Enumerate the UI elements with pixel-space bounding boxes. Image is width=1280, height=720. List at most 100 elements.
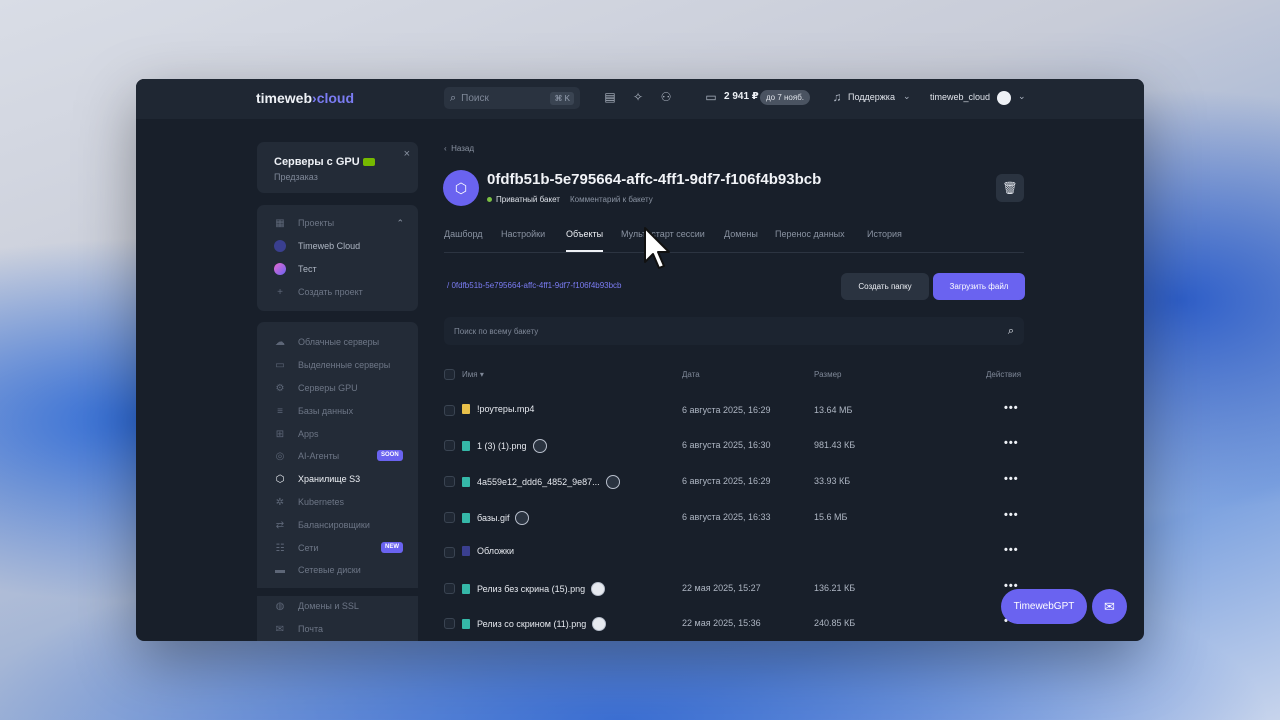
- cloud-icon: ☁: [275, 336, 285, 348]
- row-checkbox[interactable]: [444, 547, 455, 558]
- bulb-icon[interactable]: ✧: [631, 90, 645, 104]
- gpu-icon: ⚙: [275, 382, 285, 394]
- more-actions-button[interactable]: •••: [1004, 544, 1019, 556]
- preview-thumbnail[interactable]: [591, 582, 606, 596]
- row-checkbox[interactable]: [444, 476, 455, 487]
- mouse-cursor-icon: [644, 227, 670, 269]
- chat-button[interactable]: ✉: [1092, 589, 1127, 624]
- search-icon: ⌕: [1007, 324, 1014, 337]
- table-row[interactable]: 4a559e12_ddd6_4852_9e87... 6 августа 202…: [444, 472, 1024, 492]
- column-size: Размер: [814, 370, 842, 379]
- create-folder-button[interactable]: Создать папку: [841, 273, 929, 300]
- table-row[interactable]: Релиз без скрина (15).png 22 мая 2025, 1…: [444, 579, 1024, 599]
- back-link[interactable]: ‹ Назад: [444, 144, 474, 153]
- breadcrumb[interactable]: / 0fdfb51b-5e795664-affc-4ff1-9df7-f106f…: [447, 281, 622, 290]
- project-avatar: [274, 240, 286, 252]
- top-bar: timeweb›cloud ⌕ Поиск ⌘ K ▤ ✧ ⚇ ▭ 2 941 …: [136, 79, 1144, 119]
- table-row[interactable]: Релиз со скрином (11).png 22 мая 2025, 1…: [444, 614, 1024, 634]
- sidebar-item-gpu[interactable]: ⚙ Серверы GPU: [274, 381, 358, 395]
- user-avatar-icon[interactable]: [997, 91, 1011, 105]
- project-item-test[interactable]: Тест: [274, 262, 317, 276]
- sidebar-item-apps[interactable]: ⊞ Apps: [274, 427, 319, 441]
- balance[interactable]: 2 941 ₽: [724, 91, 759, 102]
- docs-icon[interactable]: ▤: [603, 90, 617, 104]
- more-actions-button[interactable]: •••: [1004, 509, 1019, 521]
- app-window: timeweb›cloud ⌕ Поиск ⌘ K ▤ ✧ ⚇ ▭ 2 941 …: [136, 79, 1144, 641]
- column-name[interactable]: Имя ▾: [462, 370, 484, 379]
- bucket-search-input[interactable]: Поиск по всему бакету ⌕: [444, 317, 1024, 345]
- grid-icon: ▦: [275, 217, 285, 229]
- table-row[interactable]: 1 (3) (1).png 6 августа 2025, 16:30 981.…: [444, 436, 1024, 456]
- gpu-promo-card[interactable]: Серверы с GPU Предзаказ ×: [257, 142, 418, 193]
- tab-dashboard[interactable]: Дашборд: [444, 229, 483, 252]
- server-icon: ▭: [275, 359, 285, 371]
- more-actions-button[interactable]: •••: [1004, 402, 1019, 414]
- timeweb-gpt-button[interactable]: TimewebGPT: [1001, 589, 1087, 624]
- sidebar-item-network-disks[interactable]: ▬ Сетевые диски: [274, 563, 361, 577]
- search-icon: ⌕: [450, 91, 457, 104]
- mail-icon: ✉: [275, 623, 285, 635]
- tab-history[interactable]: История: [867, 229, 902, 252]
- more-actions-button[interactable]: •••: [1004, 473, 1019, 485]
- ai-icon: ◎: [275, 450, 285, 462]
- upload-file-button[interactable]: Загрузить файл: [933, 273, 1025, 300]
- projects-card: ▦ Проекты ⌃ Timeweb Cloud Тест + Создать…: [257, 205, 418, 311]
- add-user-icon[interactable]: ⚇: [659, 90, 673, 104]
- table-row[interactable]: базы.gif 6 августа 2025, 16:33 15.6 МБ •…: [444, 508, 1024, 528]
- sidebar-item-s3[interactable]: ⬡ Хранилище S3: [274, 472, 360, 486]
- preview-thumbnail[interactable]: [532, 439, 547, 453]
- wallet-icon[interactable]: ▭: [704, 90, 718, 104]
- tab-settings[interactable]: Настройки: [501, 229, 545, 252]
- sidebar-item-ai-agents[interactable]: ◎ AI-Агенты: [274, 449, 340, 463]
- logo[interactable]: timeweb›cloud: [256, 90, 354, 106]
- close-icon[interactable]: ×: [404, 148, 410, 160]
- preview-thumbnail[interactable]: [605, 475, 620, 489]
- nvidia-icon: [362, 158, 375, 167]
- preview-thumbnail[interactable]: [515, 511, 530, 525]
- chevron-down-icon: ⌄: [1018, 91, 1026, 101]
- more-actions-button[interactable]: •••: [1004, 437, 1019, 449]
- row-checkbox[interactable]: [444, 440, 455, 451]
- sidebar-item-balancers[interactable]: ⇄ Балансировщики: [274, 518, 370, 532]
- tab-objects[interactable]: Объекты: [566, 229, 604, 252]
- row-checkbox[interactable]: [444, 512, 455, 523]
- kubernetes-icon: ✲: [275, 496, 285, 508]
- sidebar-item-networks[interactable]: ☷ Сети: [274, 541, 319, 555]
- column-date: Дата: [682, 370, 700, 379]
- apps-icon: ⊞: [275, 428, 285, 440]
- new-badge: NEW: [381, 542, 403, 553]
- network-icon: ☷: [275, 542, 285, 554]
- trash-icon: 🗑: [1002, 181, 1018, 195]
- sidebar-item-mail[interactable]: ✉ Почта: [274, 622, 323, 636]
- sidebar-item-domains[interactable]: ◍ Домены и SSL: [274, 599, 359, 613]
- sidebar-item-cloud-servers[interactable]: ☁ Облачные серверы: [274, 335, 379, 349]
- image-file-icon: [462, 513, 470, 523]
- sidebar-item-databases[interactable]: ≡ Базы данных: [274, 404, 353, 418]
- bucket-comment[interactable]: Комментарий к бакету: [570, 195, 653, 204]
- row-checkbox[interactable]: [444, 618, 455, 629]
- create-project-button[interactable]: + Создать проект: [274, 285, 363, 299]
- table-row[interactable]: !роутеры.mp4 6 августа 2025, 16:29 13.64…: [444, 401, 1024, 421]
- support-menu[interactable]: Поддержка: [848, 92, 895, 102]
- row-checkbox[interactable]: [444, 583, 455, 594]
- table-row[interactable]: Обложки •••: [444, 543, 1024, 563]
- projects-header[interactable]: ▦ Проекты ⌃: [274, 216, 404, 230]
- select-all-checkbox[interactable]: [444, 369, 455, 380]
- database-icon: ≡: [277, 405, 283, 417]
- chevron-up-icon: ⌃: [396, 217, 404, 228]
- video-file-icon: [462, 404, 470, 414]
- sidebar-item-dedicated[interactable]: ▭ Выделенные серверы: [274, 358, 390, 372]
- page-title: 0fdfb51b-5e795664-affc-4ff1-9df7-f106f4b…: [487, 171, 822, 188]
- bucket-icon: ⬡: [443, 170, 479, 206]
- project-item-timeweb[interactable]: Timeweb Cloud: [274, 239, 360, 253]
- sidebar-item-kubernetes[interactable]: ✲ Kubernetes: [274, 495, 344, 509]
- delete-bucket-button[interactable]: 🗑: [996, 174, 1024, 202]
- tab-migration[interactable]: Перенос данных: [775, 229, 845, 252]
- global-search-input[interactable]: ⌕ Поиск ⌘ K: [444, 87, 580, 109]
- user-menu[interactable]: timeweb_cloud: [930, 92, 990, 102]
- row-checkbox[interactable]: [444, 405, 455, 416]
- folder-icon: [462, 546, 470, 556]
- status-dot: [487, 197, 492, 203]
- preview-thumbnail[interactable]: [592, 617, 607, 631]
- tab-domains[interactable]: Домены: [724, 229, 758, 252]
